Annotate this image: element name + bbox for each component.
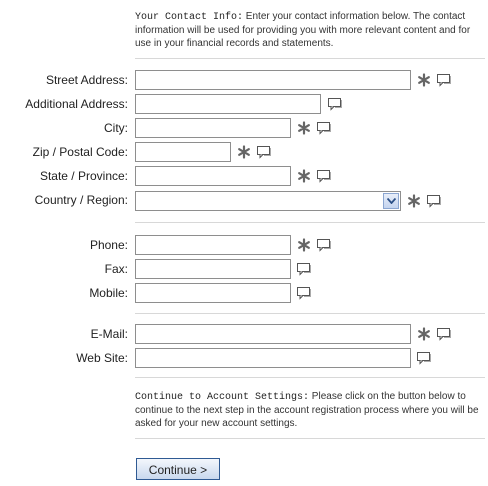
phone-field[interactable] (135, 235, 291, 255)
speech-bubble-icon[interactable] (426, 194, 442, 208)
speech-bubble-icon[interactable] (327, 97, 343, 111)
website-field[interactable] (135, 348, 411, 368)
speech-bubble-icon[interactable] (296, 286, 312, 300)
speech-bubble-icon[interactable] (436, 327, 452, 341)
phone-label: Phone: (89, 238, 128, 252)
speech-bubble-icon[interactable] (316, 121, 332, 135)
contact-info-intro: Your Contact Info: Enter your contact in… (135, 10, 485, 50)
additional-address-label: Additional Address: (25, 97, 128, 111)
dropdown-arrow-button[interactable] (383, 193, 399, 209)
divider (135, 438, 485, 439)
divider (135, 313, 485, 314)
divider (135, 377, 485, 378)
asterisk-icon (298, 121, 310, 135)
asterisk-icon (298, 169, 310, 183)
state-province-field[interactable] (135, 166, 291, 186)
fax-label: Fax: (104, 262, 128, 276)
email-label: E-Mail: (90, 327, 128, 341)
country-region-label: Country / Region: (34, 193, 128, 207)
zip-postal-code-label: Zip / Postal Code: (32, 145, 128, 159)
country-region-select[interactable] (135, 191, 401, 211)
fax-field[interactable] (135, 259, 291, 279)
divider (135, 222, 485, 223)
street-address-field[interactable] (135, 70, 411, 90)
speech-bubble-icon[interactable] (316, 169, 332, 183)
divider (135, 58, 485, 59)
additional-address-field[interactable] (135, 94, 321, 114)
speech-bubble-icon[interactable] (436, 73, 452, 87)
speech-bubble-icon[interactable] (316, 238, 332, 252)
speech-bubble-icon[interactable] (416, 351, 432, 365)
speech-bubble-icon[interactable] (296, 262, 312, 276)
mobile-label: Mobile: (89, 286, 128, 300)
continue-info-title: Continue to Account Settings: (135, 392, 310, 403)
mobile-field[interactable] (135, 283, 291, 303)
contact-info-title: Your Contact Info: (135, 12, 244, 23)
continue-button[interactable]: Continue > (136, 458, 220, 480)
continue-info: Continue to Account Settings: Please cli… (135, 390, 485, 430)
city-field[interactable] (135, 118, 291, 138)
asterisk-icon (298, 238, 310, 252)
chevron-down-icon (387, 198, 396, 204)
speech-bubble-icon[interactable] (256, 145, 272, 159)
state-province-label: State / Province: (39, 169, 128, 183)
email-field[interactable] (135, 324, 411, 344)
zip-postal-code-field[interactable] (135, 142, 231, 162)
city-label: City: (104, 121, 128, 135)
website-label: Web Site: (76, 351, 128, 365)
asterisk-icon (418, 73, 430, 87)
street-address-label: Street Address: (45, 73, 128, 87)
asterisk-icon (408, 194, 420, 208)
asterisk-icon (238, 145, 250, 159)
asterisk-icon (418, 327, 430, 341)
